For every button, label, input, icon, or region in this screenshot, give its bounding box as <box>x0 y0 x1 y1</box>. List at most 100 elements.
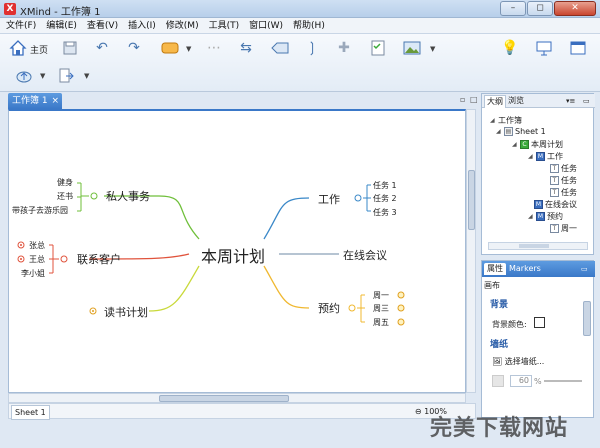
collapse-contacts-icon[interactable] <box>60 255 68 263</box>
outline-minimize-icon[interactable]: ▭ <box>581 95 592 107</box>
topic-work[interactable]: 工作 <box>318 191 340 207</box>
collapse-work-icon[interactable] <box>354 194 362 202</box>
close-window-button[interactable]: ✕ <box>554 1 596 16</box>
subtopic-icon: T <box>550 176 559 185</box>
outline-item[interactable]: ◢ ▤ Sheet 1 <box>496 127 546 136</box>
sheet-icon: ▤ <box>504 127 513 136</box>
callout-icon[interactable]: ✚ <box>334 38 354 58</box>
outline-item[interactable]: T 任务 <box>550 175 577 186</box>
subtopic-private-2[interactable]: 还书 <box>57 191 73 202</box>
insert-image-icon[interactable] <box>402 38 422 58</box>
menu-view[interactable]: 查看(V) <box>87 18 118 33</box>
central-topic[interactable]: 本周计划 <box>201 243 265 267</box>
topic-private[interactable]: 私人事务 <box>106 188 150 204</box>
outline-horizontal-scrollbar[interactable] <box>488 242 588 250</box>
connector-work <box>263 197 310 240</box>
relationship-icon[interactable]: ⇆ <box>236 38 256 58</box>
horizontal-scroll-thumb[interactable] <box>159 395 289 402</box>
opacity-slider[interactable] <box>544 380 582 382</box>
export-dropdown-icon[interactable]: ▼ <box>84 72 89 80</box>
save-icon[interactable] <box>60 38 80 58</box>
opacity-input[interactable]: 60 <box>510 375 532 387</box>
idea-bulb-icon[interactable]: 💡 <box>500 38 520 58</box>
main-topic-icon: M <box>534 200 543 209</box>
tab-outline[interactable]: 大纲 <box>484 95 506 108</box>
subtopic-private-1[interactable]: 健身 <box>57 177 73 188</box>
subtopic-contacts-3[interactable]: 李小姐 <box>21 268 45 279</box>
connector-appointment <box>263 265 310 309</box>
subtopic-appointment-1[interactable]: 周一 <box>373 290 389 301</box>
topic-style-dropdown-icon[interactable]: ▼ <box>186 45 191 53</box>
summary-icon[interactable]: ❳ <box>302 38 322 58</box>
tab-browse[interactable]: 浏览 <box>506 95 526 107</box>
task-checklist-icon[interactable] <box>368 38 388 58</box>
menu-insert[interactable]: 插入(I) <box>128 18 156 33</box>
vertical-scroll-thumb[interactable] <box>468 170 475 230</box>
layout-window-icon[interactable] <box>568 38 588 58</box>
close-tab-icon[interactable]: × <box>51 93 59 109</box>
subtopic-work-2[interactable]: 任务 2 <box>373 193 397 204</box>
editor-tab-strip: 工作簿 1 × ▫ □ <box>8 93 478 109</box>
redo-icon[interactable]: ↷ <box>124 38 144 58</box>
zoom-out-icon[interactable]: ⊖ <box>415 407 422 416</box>
menu-modify[interactable]: 修改(M) <box>166 18 199 33</box>
menu-tools[interactable]: 工具(T) <box>209 18 240 33</box>
boundary-icon[interactable] <box>270 38 290 58</box>
share-dropdown-icon[interactable]: ▼ <box>40 72 45 80</box>
subtopic-work-1[interactable]: 任务 1 <box>373 180 397 191</box>
menu-file[interactable]: 文件(F) <box>6 18 36 33</box>
subtopic-appointment-3[interactable]: 周五 <box>373 317 389 328</box>
collapse-private-icon[interactable] <box>90 192 98 200</box>
export-icon[interactable] <box>56 66 76 86</box>
tab-markers[interactable]: Markers <box>506 263 544 275</box>
share-upload-icon[interactable] <box>14 66 34 86</box>
properties-panel: 属性 Markers ▭ 画布 背景 背景颜色: 墙纸 🖼 选择墙纸... 60… <box>481 260 595 418</box>
restore-button[interactable]: ◻ <box>527 1 553 16</box>
menu-window[interactable]: 窗口(W) <box>249 18 283 33</box>
outline-item[interactable]: T 周一 <box>550 223 577 234</box>
minimize-editor-icon[interactable]: ▫ <box>460 95 465 104</box>
outline-item[interactable]: ◢ M 预约 <box>528 211 563 222</box>
outline-menu-icon[interactable]: ▾≡ <box>564 95 577 107</box>
outline-item[interactable]: ◢ M 工作 <box>528 151 563 162</box>
outline-item[interactable]: ◢ 工作簿 <box>490 115 522 126</box>
sheet-tab[interactable]: Sheet 1 <box>11 405 50 420</box>
topic-contacts[interactable]: 联系客户 <box>77 251 121 267</box>
topic-style-icon[interactable] <box>160 38 180 58</box>
subtopic-work-3[interactable]: 任务 3 <box>373 207 397 218</box>
window-controls: – ◻ ✕ <box>500 1 596 16</box>
subtopic-private-3[interactable]: 带孩子去游乐园 <box>12 205 68 216</box>
subtopic-icon: T <box>550 224 559 233</box>
presentation-icon[interactable] <box>534 38 554 58</box>
outline-item[interactable]: T 任务 <box>550 187 577 198</box>
subtopic-contacts-2[interactable]: 王总 <box>29 254 45 265</box>
insert-dots-icon[interactable]: ⋯ <box>204 38 224 58</box>
connector-reading <box>148 265 200 312</box>
home-label[interactable]: 主页 <box>30 43 48 56</box>
subtopic-contacts-1[interactable]: 张总 <box>29 240 45 251</box>
background-color-swatch[interactable] <box>534 317 545 328</box>
topic-reading[interactable]: 读书计划 <box>104 304 148 320</box>
home-icon[interactable] <box>8 38 28 58</box>
outline-item[interactable]: T 任务 <box>550 163 577 174</box>
mindmap-canvas[interactable]: 本周计划 私人事务 健身 还书 带孩子去游乐园 联系客户 张总 王总 李小姐 读… <box>8 109 466 393</box>
outline-item[interactable]: M 在线会议 <box>534 199 577 210</box>
menu-edit[interactable]: 编辑(E) <box>46 18 77 33</box>
properties-scrollbar[interactable] <box>583 301 591 336</box>
tab-properties[interactable]: 属性 <box>484 263 506 275</box>
subtopic-appointment-2[interactable]: 周三 <box>373 303 389 314</box>
minimize-button[interactable]: – <box>500 1 526 16</box>
canvas-horizontal-scrollbar[interactable] <box>8 393 466 403</box>
maximize-editor-icon[interactable]: □ <box>470 95 478 104</box>
canvas-vertical-scrollbar[interactable] <box>466 109 476 393</box>
menu-help[interactable]: 帮助(H) <box>293 18 325 33</box>
outline-item[interactable]: ◢ C 本周计划 <box>512 139 563 150</box>
document-tab[interactable]: 工作簿 1 × <box>8 93 62 109</box>
topic-meeting[interactable]: 在线会议 <box>343 247 387 263</box>
topic-appointment[interactable]: 预约 <box>318 300 340 316</box>
properties-minimize-icon[interactable]: ▭ <box>578 263 591 275</box>
choose-wallpaper-button[interactable]: 🖼 选择墙纸... <box>492 356 544 367</box>
insert-image-dropdown-icon[interactable]: ▼ <box>430 45 435 53</box>
undo-icon[interactable]: ↶ <box>92 38 112 58</box>
collapse-appointment-icon[interactable] <box>348 304 356 312</box>
